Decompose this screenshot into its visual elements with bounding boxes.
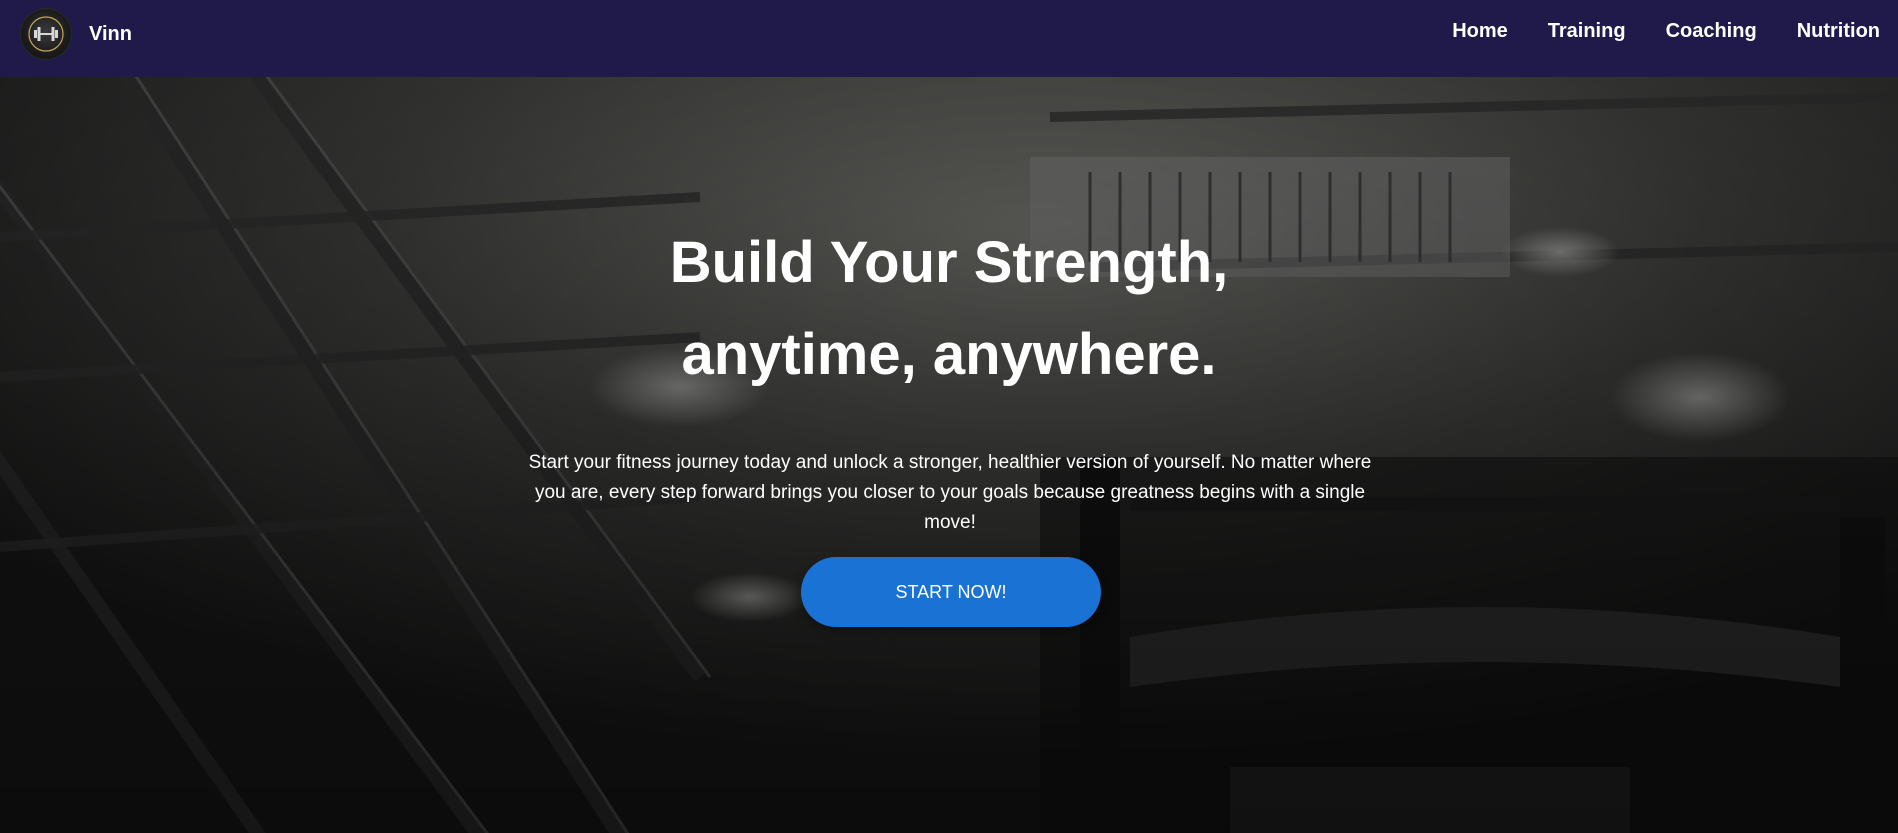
dumbbell-logo-icon[interactable] <box>20 8 72 60</box>
hero-description: Start your fitness journey today and unl… <box>528 452 1372 533</box>
hero-section: Build Your Strength, anytime, anywhere. … <box>0 77 1898 833</box>
brand[interactable]: Vinn <box>20 6 132 62</box>
nav-link-coaching[interactable]: Coaching <box>1666 20 1757 43</box>
hero-title-line2: anytime, anywhere. <box>681 322 1217 387</box>
nav-link-training[interactable]: Training <box>1548 20 1626 43</box>
page: Vinn Home Training Coaching Nutrition Bu… <box>0 0 1898 833</box>
navbar: Vinn Home Training Coaching Nutrition <box>0 0 1898 77</box>
hero-title: Build Your Strength, anytime, anywhere. <box>0 217 1898 401</box>
hero-content: Build Your Strength, anytime, anywhere. … <box>0 77 1898 833</box>
nav-link-nutrition[interactable]: Nutrition <box>1797 20 1880 43</box>
main-nav: Home Training Coaching Nutrition <box>1412 20 1880 43</box>
brand-name[interactable]: Vinn <box>89 23 132 46</box>
hero-title-line1: Build Your Strength, <box>669 230 1229 295</box>
nav-link-home[interactable]: Home <box>1452 20 1508 43</box>
start-now-button[interactable]: START NOW! <box>801 557 1101 627</box>
